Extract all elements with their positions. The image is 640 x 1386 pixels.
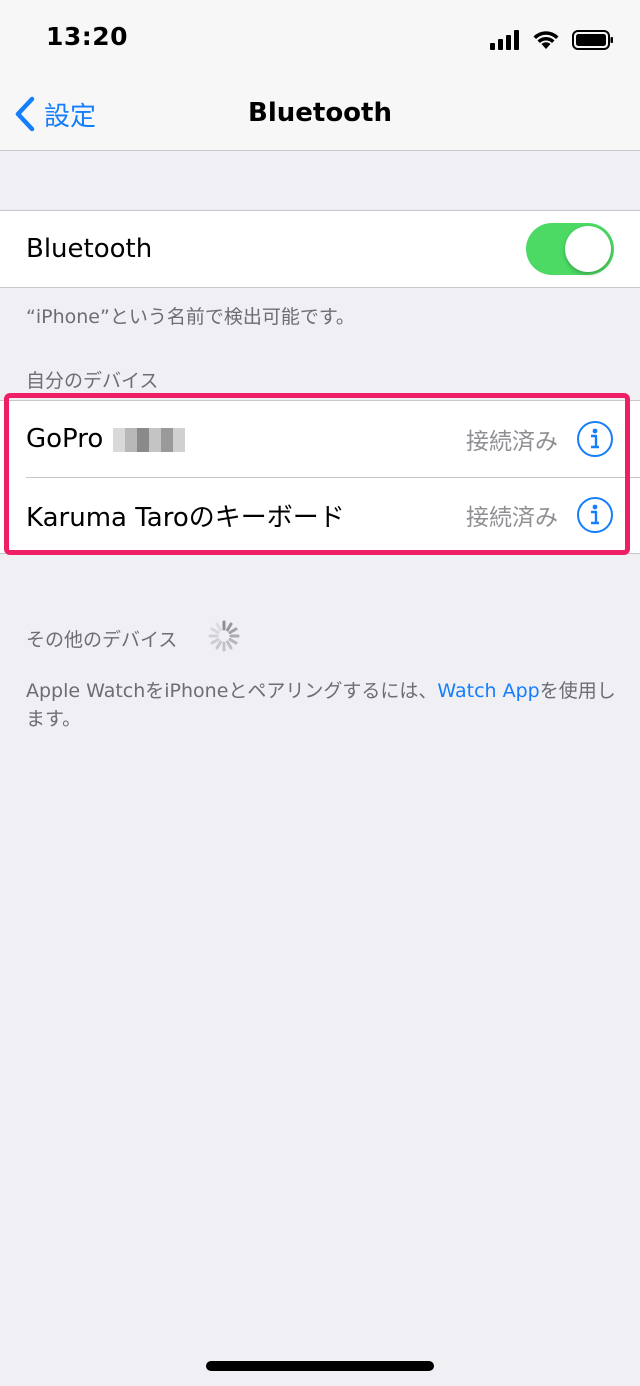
battery-icon bbox=[572, 30, 613, 50]
device-status: 接続済み bbox=[466, 505, 558, 531]
watch-app-link[interactable]: Watch App bbox=[437, 680, 539, 702]
discoverable-caption: “iPhone”という名前で検出可能です。 bbox=[26, 306, 355, 328]
redacted-text bbox=[113, 427, 186, 452]
status-icons bbox=[490, 28, 614, 52]
toggle-knob bbox=[565, 226, 611, 272]
watch-note-text: Apple WatchをiPhoneとペアリングするには、 bbox=[26, 680, 438, 702]
home-indicator[interactable] bbox=[206, 1361, 434, 1371]
device-name: Karuma Taroのキーボード bbox=[26, 502, 345, 533]
status-time: 13:20 bbox=[46, 22, 129, 51]
device-name: GoPro bbox=[26, 424, 186, 454]
device-row-keyboard[interactable]: Karuma Taroのキーボード 接続済み bbox=[0, 477, 640, 553]
navigation-bar: 設定 Bluetooth bbox=[0, 80, 640, 151]
wifi-icon bbox=[533, 31, 559, 49]
bluetooth-toggle-row: Bluetooth bbox=[0, 211, 640, 287]
bluetooth-toggle-label: Bluetooth bbox=[26, 234, 153, 264]
bluetooth-toggle-switch[interactable] bbox=[526, 223, 614, 275]
my-devices-header: 自分のデバイス bbox=[26, 370, 159, 392]
loading-spinner-icon bbox=[208, 620, 240, 652]
bluetooth-toggle-group: Bluetooth bbox=[0, 210, 640, 288]
other-devices-header: その他のデバイス bbox=[26, 629, 178, 651]
device-name-text: GoPro bbox=[26, 424, 104, 454]
info-icon[interactable] bbox=[576, 420, 614, 458]
info-icon[interactable] bbox=[576, 496, 614, 534]
watch-pairing-note: Apple WatchをiPhoneとペアリングするには、Watch Appを使… bbox=[26, 677, 616, 733]
my-devices-list: GoPro 接続済み Karuma Taroのキーボード 接続済み bbox=[0, 400, 640, 554]
status-bar: 13:20 bbox=[0, 0, 640, 80]
cellular-signal-icon bbox=[490, 30, 519, 50]
device-status: 接続済み bbox=[466, 429, 558, 455]
page-title: Bluetooth bbox=[248, 98, 392, 128]
device-row-gopro[interactable]: GoPro 接続済み bbox=[0, 401, 640, 477]
